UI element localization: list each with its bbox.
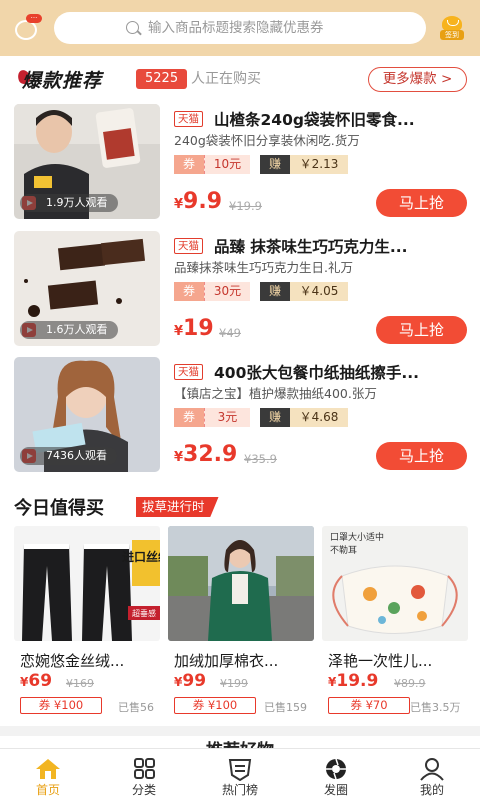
deal-original-price: ¥89.9 (394, 677, 426, 690)
search-bar[interactable]: 输入商品标题搜索隐藏优惠券 (54, 12, 426, 44)
buy-now-button[interactable]: 马上抢 (376, 316, 467, 344)
tab-mine[interactable]: 我的 (384, 749, 480, 800)
signin-button[interactable]: 签到 (440, 16, 464, 40)
today-section-title: 今日值得买 (14, 498, 104, 519)
original-price: ¥49 (219, 326, 241, 340)
view-count: 7436人观看 (20, 447, 117, 465)
deal-image[interactable] (168, 526, 314, 641)
tab-label: 分类 (131, 783, 156, 797)
product-subtitle: 【镇店之宝】植护爆款抽纸400.张万 (174, 386, 377, 401)
product-card[interactable]: 1.9万人观看 天猫 山楂条240g袋装怀旧零食... 240g袋装怀旧分享装休… (0, 104, 480, 230)
earn-label: 赚 (260, 282, 290, 301)
coupon-value: 3元 (204, 408, 250, 427)
tab-label: 发圈 (323, 783, 348, 797)
deal-overlay-text-2: 不勒耳 (330, 544, 357, 556)
original-price: ¥19.9 (229, 199, 262, 213)
view-count: 1.6万人观看 (20, 321, 118, 339)
user-icon (420, 758, 444, 781)
hot-section-header: 爆款推荐 5225 人正在购买 更多爆款 > (0, 62, 480, 94)
deal-original-price: ¥169 (66, 677, 94, 690)
product-card[interactable]: 7436人观看 天猫 400张大包餐巾纸抽纸擦手... 【镇店之宝】植护爆款抽纸… (0, 357, 480, 483)
deal-price: ¥99 (174, 671, 207, 691)
earn-label: 赚 (260, 408, 290, 427)
coupon-value: 10元 (204, 155, 250, 174)
deal-image[interactable]: 进口丝绒 超垂感 (14, 526, 160, 641)
product-thumbnail[interactable]: 1.9万人观看 (14, 104, 160, 219)
camera-shutter-icon (326, 758, 346, 780)
today-section-header: 今日值得买 拔草进行时 (0, 494, 480, 520)
deal-name[interactable]: 恋婉悠金丝绒... (20, 650, 124, 671)
view-count: 1.9万人观看 (20, 194, 118, 212)
deal-price: ¥69 (20, 671, 53, 691)
coupon-value: 30元 (204, 282, 250, 301)
tab-home[interactable]: 首页 (0, 749, 96, 800)
deal-card[interactable]: 口罩大小适中 不勒耳 泽艳一次性儿... ¥19.9 ¥89.9 券 ¥70 已… (322, 526, 468, 716)
category-grid-icon (134, 758, 155, 779)
deal-overlay-text-1: 口罩大小适中 (330, 531, 384, 543)
tmall-badge: 天猫 (174, 238, 203, 254)
top-header: ··· 输入商品标题搜索隐藏优惠券 签到 (0, 0, 480, 56)
product-price: ¥32.9 (174, 442, 238, 467)
tab-moments[interactable]: 发圈 (288, 749, 384, 800)
today-section-tag: 拔草进行时 (136, 497, 219, 517)
deal-overlay-text-1: 进口丝绒 (122, 549, 160, 564)
deal-price: ¥19.9 (328, 671, 379, 691)
message-button[interactable]: ··· (10, 12, 44, 46)
buying-count-badge: 5225 (136, 69, 188, 89)
search-placeholder: 输入商品标题搜索隐藏优惠券 (148, 20, 324, 36)
tab-category[interactable]: 分类 (96, 749, 192, 800)
tab-label: 首页 (35, 783, 60, 797)
home-icon (36, 759, 60, 779)
deal-coupon: 券 ¥100 (20, 697, 102, 714)
product-title[interactable]: 400张大包餐巾纸抽纸擦手... (214, 361, 472, 383)
buy-now-button[interactable]: 马上抢 (376, 442, 467, 470)
deal-coupon: 券 ¥100 (174, 697, 256, 714)
hot-list-icon (228, 759, 252, 781)
deal-sold-count: 已售3.5万 (410, 701, 461, 714)
deal-sold-count: 已售159 (264, 701, 307, 714)
deal-sold-count: 已售56 (118, 701, 154, 714)
deal-name[interactable]: 泽艳一次性儿... (328, 650, 432, 671)
tab-label: 热门榜 (221, 783, 258, 797)
coupon-label: 券 (174, 155, 204, 174)
product-subtitle: 品臻抹茶味生巧巧克力生日.礼万 (174, 260, 353, 275)
deal-overlay-text-2: 超垂感 (132, 608, 156, 618)
buy-now-button[interactable]: 马上抢 (376, 189, 467, 217)
deal-card[interactable]: 进口丝绒 超垂感 恋婉悠金丝绒... ¥69 ¥169 券 ¥100 已售56 (14, 526, 160, 716)
tab-hot-list[interactable]: 热门榜 (192, 749, 288, 800)
product-title[interactable]: 品臻 抹茶味生巧巧克力生... (214, 235, 472, 257)
coupon-label: 券 (174, 282, 204, 301)
tmall-badge: 天猫 (174, 111, 203, 127)
earn-label: 赚 (260, 155, 290, 174)
product-price: ¥9.9 (174, 189, 223, 214)
earn-value: ￥2.13 (290, 155, 348, 174)
deal-image[interactable]: 口罩大小适中 不勒耳 (322, 526, 468, 641)
deal-original-price: ¥199 (220, 677, 248, 690)
message-bubble-icon (15, 20, 37, 40)
product-thumbnail[interactable]: 7436人观看 (14, 357, 160, 472)
hot-section-title: 爆款推荐 (22, 70, 103, 92)
tab-label: 我的 (419, 783, 444, 797)
earn-value: ￥4.68 (290, 408, 348, 427)
deal-coupon: 券 ¥70 (328, 697, 410, 714)
original-price: ¥35.9 (244, 452, 277, 466)
search-icon (126, 21, 139, 34)
more-hot-button[interactable]: 更多爆款 > (368, 67, 467, 92)
product-price: ¥19 (174, 316, 214, 341)
coupon-label: 券 (174, 408, 204, 427)
signin-label: 签到 (440, 30, 464, 40)
deal-card[interactable]: 加绒加厚棉衣... ¥99 ¥199 券 ¥100 已售159 (168, 526, 314, 716)
buying-count-label: 人正在购买 (191, 71, 261, 87)
product-subtitle: 240g袋装怀旧分享装休闲吃.货万 (174, 133, 360, 148)
section-divider (0, 726, 480, 736)
product-thumbnail[interactable]: 1.6万人观看 (14, 231, 160, 346)
product-title[interactable]: 山楂条240g袋装怀旧零食... (214, 108, 472, 130)
message-badge: ··· (26, 14, 42, 23)
tmall-badge: 天猫 (174, 364, 203, 380)
deal-name[interactable]: 加绒加厚棉衣... (174, 650, 278, 671)
bottom-tab-bar: 首页 分类 热门榜 发圈 我的 (0, 748, 480, 800)
earn-value: ￥4.05 (290, 282, 348, 301)
product-card[interactable]: 1.6万人观看 天猫 品臻 抹茶味生巧巧克力生... 品臻抹茶味生巧巧克力生日.… (0, 231, 480, 357)
